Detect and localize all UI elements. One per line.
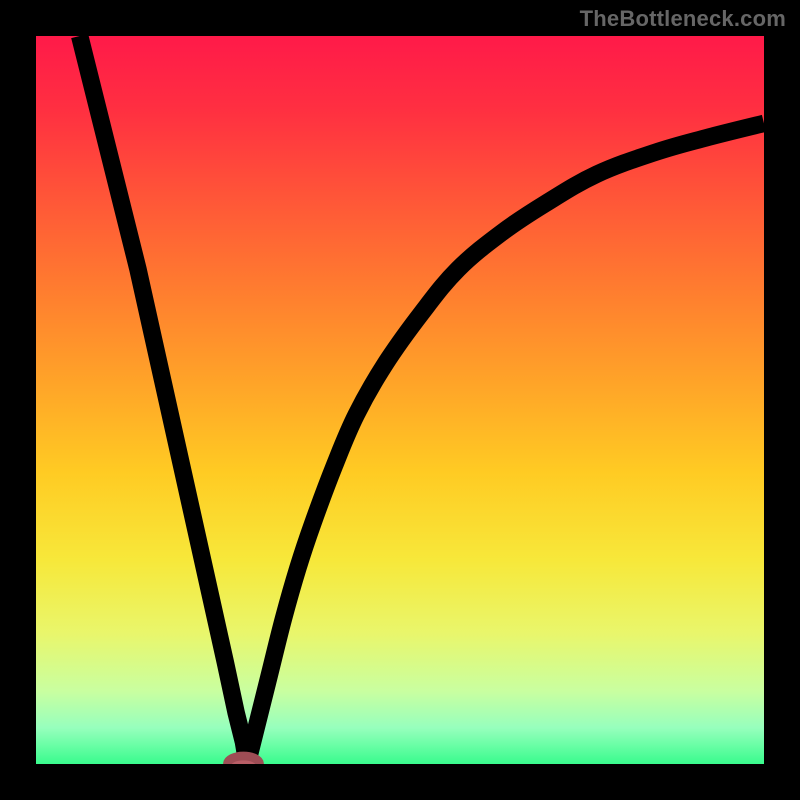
bottleneck-chart	[36, 36, 764, 764]
chart-frame: TheBottleneck.com	[0, 0, 800, 800]
minimum-marker	[227, 756, 259, 764]
attribution-label: TheBottleneck.com	[580, 6, 786, 32]
